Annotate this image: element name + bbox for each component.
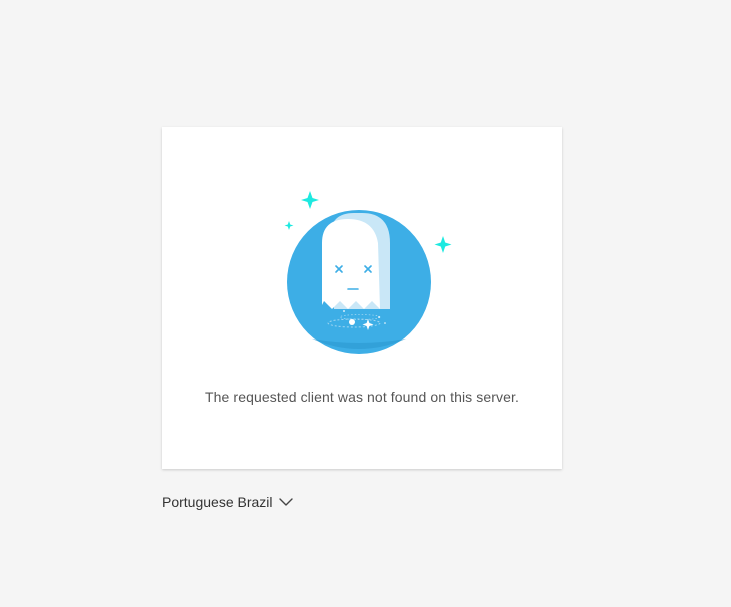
chevron-down-icon — [278, 498, 293, 506]
sparkle-icon — [284, 221, 294, 230]
sparkle-icon — [301, 191, 319, 209]
sparkle-icon — [434, 236, 452, 253]
error-message: The requested client was not found on th… — [205, 389, 519, 405]
language-selector[interactable]: Portuguese Brazil — [162, 494, 293, 510]
error-card: The requested client was not found on th… — [162, 127, 562, 469]
language-selected-label: Portuguese Brazil — [162, 494, 273, 510]
ghost-error-icon — [284, 191, 452, 354]
